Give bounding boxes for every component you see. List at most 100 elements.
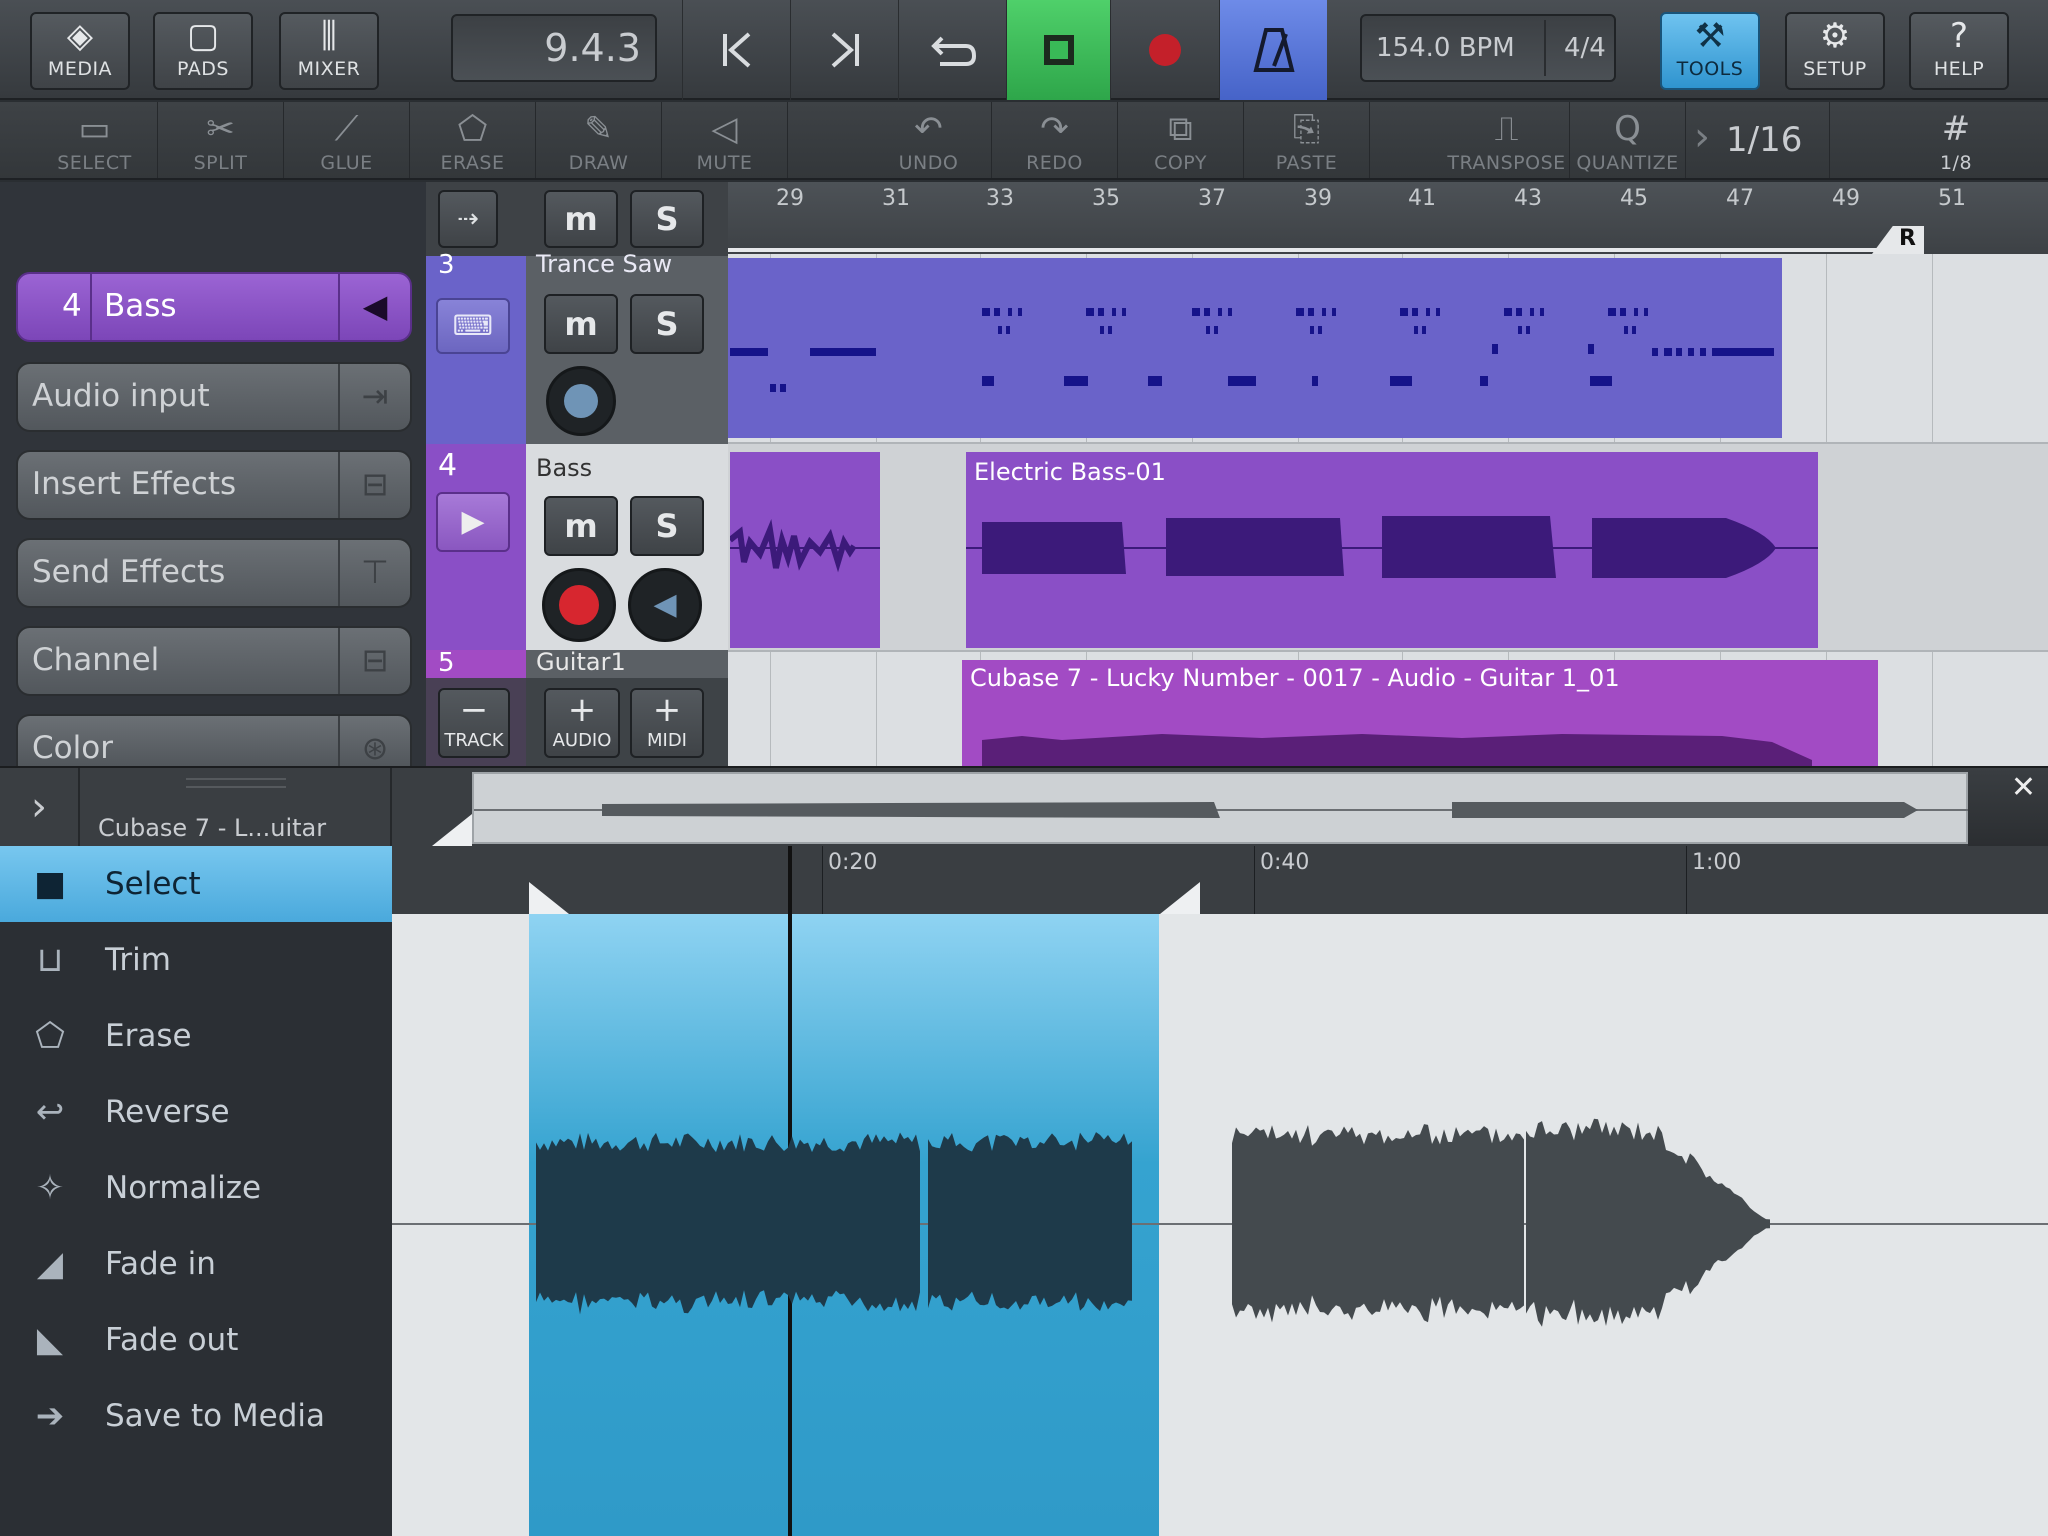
- input-arrow-icon: ⇥: [361, 377, 389, 415]
- time-tick: [1686, 846, 1687, 914]
- inspector-channel[interactable]: Channel ⊟: [16, 626, 412, 696]
- glue-tool-button[interactable]: ⟋ GLUE: [284, 102, 410, 178]
- tempo-display[interactable]: 154.0 BPM 4/4: [1360, 14, 1616, 82]
- remove-track-button[interactable]: − TRACK: [438, 688, 510, 758]
- selection-end-handle[interactable]: [1160, 882, 1200, 914]
- track-4-solo-button[interactable]: S: [630, 496, 704, 556]
- select-tool-button[interactable]: ▭ SELECT: [32, 102, 158, 178]
- chevron-right-icon: ›: [1694, 114, 1710, 160]
- guitar-event[interactable]: Cubase 7 - Lucky Number - 0017 - Audio -…: [962, 660, 1878, 766]
- track-3-mute-button[interactable]: m: [544, 294, 618, 354]
- instrument-button[interactable]: ⌨: [436, 298, 510, 354]
- menu-item-select[interactable]: ■ Select: [0, 846, 392, 922]
- add-audio-track-button[interactable]: + AUDIO: [544, 688, 620, 758]
- inspector-send-effects[interactable]: Send Effects ⊤: [16, 538, 412, 608]
- track-4-monitor-speaker-button[interactable]: ◀: [628, 568, 702, 642]
- go-to-start-button[interactable]: [682, 0, 790, 100]
- inspector-insert-effects[interactable]: Insert Effects ⊟: [16, 450, 412, 520]
- transpose-button[interactable]: ⎍ TRANSPOSE: [1444, 102, 1570, 178]
- menu-item-reverse[interactable]: ↩ Reverse: [0, 1074, 392, 1150]
- erase-tool-button[interactable]: ⬠ ERASE: [410, 102, 536, 178]
- menu-item-save-to-media[interactable]: ➔ Save to Media: [0, 1378, 392, 1454]
- menu-item-normalize[interactable]: ✧ Normalize: [0, 1150, 392, 1226]
- bar-ruler[interactable]: 29 31 33 35 37 39 41 43 45 47 49 51 R: [728, 182, 2048, 254]
- ruler-label: 39: [1304, 186, 1332, 211]
- stop-icon: [1043, 35, 1074, 65]
- menu-item-fade-out[interactable]: ◣ Fade out: [0, 1302, 392, 1378]
- drag-handle-icon[interactable]: [186, 778, 286, 788]
- menu-item-trim[interactable]: ⊔ Trim: [0, 922, 392, 998]
- midi-event-trance-saw[interactable]: [728, 258, 1782, 438]
- expand-editor-button[interactable]: ›: [0, 768, 80, 846]
- track-4-mute-button[interactable]: m: [544, 496, 618, 556]
- gear-icon: ⚙: [1819, 16, 1851, 56]
- ruler-label: 29: [776, 186, 804, 211]
- scissors-icon: ✂: [206, 109, 235, 149]
- track-header-4[interactable]: 4 Bass ▶ m S ◀: [426, 444, 728, 650]
- close-editor-button[interactable]: ✕: [1968, 768, 2048, 846]
- inspector-item-label: Channel: [32, 642, 160, 678]
- arrange-window[interactable]: Electric Bass-01 Cubase 7 - Lucky Number…: [728, 254, 2048, 766]
- inspector-item-label: Send Effects: [32, 554, 226, 590]
- add-midi-track-button[interactable]: + MIDI: [630, 688, 704, 758]
- stop-button[interactable]: [1006, 0, 1110, 100]
- undo-button[interactable]: ↶ UNDO: [866, 102, 992, 178]
- ruler-label: 31: [882, 186, 910, 211]
- record-button[interactable]: [1110, 0, 1218, 100]
- track-fold-button[interactable]: ⇢: [438, 190, 498, 248]
- track-4-record-button[interactable]: [542, 568, 616, 642]
- eraser-icon: ⬠: [457, 109, 488, 149]
- mute-tool-button[interactable]: ◁ MUTE: [662, 102, 788, 178]
- track-name: Guitar1: [536, 648, 626, 676]
- menu-item-fade-in[interactable]: ◢ Fade in: [0, 1226, 392, 1302]
- media-button[interactable]: ◈ MEDIA: [30, 12, 130, 90]
- quantize-button[interactable]: Q QUANTIZE: [1570, 102, 1686, 178]
- paste-button[interactable]: ⎘ PASTE: [1244, 102, 1370, 178]
- menu-item-erase[interactable]: ⬠ Erase: [0, 998, 392, 1074]
- help-button[interactable]: ? HELP: [1909, 12, 2009, 90]
- draw-tool-button[interactable]: ✎ DRAW: [536, 102, 662, 178]
- mixer-button[interactable]: ⫼ MIXER: [279, 12, 379, 90]
- track-3-solo-button[interactable]: S: [630, 294, 704, 354]
- time-label: 0:20: [828, 850, 878, 875]
- record-armed-icon: [559, 585, 599, 625]
- inspector-track-header[interactable]: 4 Bass ◀: [16, 272, 412, 342]
- ruler-label: 45: [1620, 186, 1648, 211]
- position-display[interactable]: 9.4.3: [451, 14, 657, 82]
- overview-left-handle[interactable]: [432, 814, 472, 846]
- metronome-button[interactable]: [1219, 0, 1327, 100]
- split-tool-button[interactable]: ✂ SPLIT: [158, 102, 284, 178]
- quantize-value: 1/16: [1726, 120, 1803, 160]
- loop-range-bar[interactable]: [728, 248, 1924, 252]
- cycle-button[interactable]: [898, 0, 1006, 100]
- go-to-end-button[interactable]: [790, 0, 898, 100]
- track-name: Trance Saw: [536, 250, 673, 278]
- quantize-value-selector[interactable]: › 1/16: [1690, 102, 1830, 178]
- track-3-record-button[interactable]: [546, 366, 616, 436]
- grid-button[interactable]: # 1/8: [1893, 102, 2019, 178]
- track-header-3[interactable]: 3 Trance Saw ⌨ m S: [426, 250, 728, 444]
- global-solo-button[interactable]: S: [630, 190, 704, 248]
- undo-icon: ↶: [914, 109, 943, 149]
- editor-waveform: [392, 1118, 2048, 1327]
- redo-button[interactable]: ↷ REDO: [992, 102, 1118, 178]
- selection-start-handle[interactable]: [529, 882, 569, 914]
- bass-event-electric-bass[interactable]: Electric Bass-01: [966, 452, 1818, 648]
- waveform-editor[interactable]: [392, 846, 2048, 1536]
- right-locator[interactable]: R: [1872, 226, 1924, 254]
- pads-button[interactable]: ▢ PADS: [153, 12, 253, 90]
- setup-button[interactable]: ⚙ SETUP: [1785, 12, 1885, 90]
- inspector-color[interactable]: Color ⊛: [16, 714, 412, 767]
- global-mute-button[interactable]: m: [544, 190, 618, 248]
- time-ruler[interactable]: 0:20 0:40 1:00: [392, 846, 2048, 914]
- cubase-app: { "top_bar": { "media": "MEDIA", "pads":…: [0, 0, 2048, 1536]
- inspector-audio-input[interactable]: Audio input ⇥: [16, 362, 412, 432]
- copy-button[interactable]: ⧉ COPY: [1118, 102, 1244, 178]
- bass-waveform-partial: [728, 519, 880, 573]
- bass-event-partial[interactable]: [728, 452, 880, 648]
- glue-icon: ⟋: [334, 109, 359, 149]
- track-number: 3: [438, 250, 455, 280]
- tools-button[interactable]: ⚒ TOOLS: [1660, 12, 1760, 90]
- track-4-monitor-button[interactable]: ▶: [436, 492, 510, 552]
- overview-waveform[interactable]: [472, 772, 1970, 844]
